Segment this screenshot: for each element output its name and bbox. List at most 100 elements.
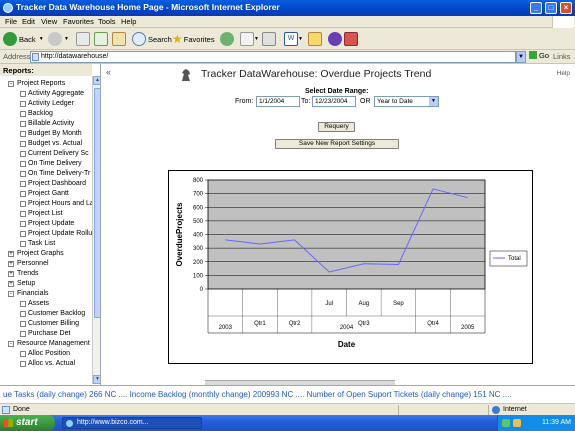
sidebar-item[interactable]: Alloc Position bbox=[0, 349, 92, 359]
close-button[interactable]: × bbox=[560, 2, 572, 14]
stop-button[interactable] bbox=[76, 31, 90, 47]
start-button[interactable]: start bbox=[0, 415, 55, 431]
menu-file[interactable]: File bbox=[5, 17, 17, 26]
report-checkbox-icon[interactable] bbox=[20, 101, 26, 107]
mail-button[interactable]: ▼ bbox=[240, 31, 259, 47]
report-checkbox-icon[interactable] bbox=[20, 171, 26, 177]
sidebar-item[interactable]: + Project Graphs bbox=[0, 249, 92, 259]
expand-toggle-icon[interactable]: - bbox=[8, 81, 14, 87]
sidebar-item[interactable]: On Time Delivery bbox=[0, 159, 92, 169]
print-button[interactable] bbox=[262, 31, 276, 47]
address-dropdown-button[interactable]: ▼ bbox=[516, 51, 526, 63]
report-checkbox-icon[interactable] bbox=[20, 221, 26, 227]
scroll-down-arrow[interactable]: ▼ bbox=[93, 375, 100, 384]
sidebar-item[interactable]: On Time Delivery-Tr bbox=[0, 169, 92, 179]
media-button[interactable] bbox=[220, 31, 236, 47]
requery-button[interactable]: Requery bbox=[318, 122, 355, 132]
sidebar-item[interactable]: + Trends bbox=[0, 269, 92, 279]
report-checkbox-icon[interactable] bbox=[20, 231, 26, 237]
save-report-settings-button[interactable]: Save New Report Settings bbox=[275, 139, 399, 149]
sidebar-item[interactable]: Current Delivery Sc bbox=[0, 149, 92, 159]
scroll-up-arrow[interactable]: ▲ bbox=[93, 76, 100, 85]
tray-alert-icon[interactable] bbox=[513, 419, 521, 427]
sidebar-item[interactable]: Alloc vs. Actual bbox=[0, 359, 92, 369]
sidebar-item[interactable]: Backlog bbox=[0, 109, 92, 119]
report-checkbox-icon[interactable] bbox=[20, 181, 26, 187]
report-checkbox-icon[interactable] bbox=[20, 91, 26, 97]
menu-view[interactable]: View bbox=[41, 17, 57, 26]
links-button[interactable]: Links bbox=[553, 52, 571, 61]
report-checkbox-icon[interactable] bbox=[20, 131, 26, 137]
sidebar-item[interactable]: - Project Reports bbox=[0, 79, 92, 89]
date-range-select[interactable]: Year to Date ▼ bbox=[374, 96, 439, 107]
sidebar-item[interactable]: Project Dashboard bbox=[0, 179, 92, 189]
collapse-sidebar-button[interactable]: « bbox=[106, 67, 111, 77]
report-checkbox-icon[interactable] bbox=[20, 201, 26, 207]
report-checkbox-icon[interactable] bbox=[20, 361, 26, 367]
refresh-button[interactable] bbox=[94, 31, 108, 47]
sidebar-item[interactable]: Project Gantt bbox=[0, 189, 92, 199]
help-link[interactable]: Help bbox=[557, 70, 570, 77]
search-button[interactable]: Search bbox=[132, 31, 172, 47]
report-checkbox-icon[interactable] bbox=[20, 301, 26, 307]
expand-toggle-icon[interactable]: + bbox=[8, 281, 14, 287]
expand-toggle-icon[interactable]: + bbox=[8, 271, 14, 277]
sidebar-item[interactable]: Billable Activity bbox=[0, 119, 92, 129]
menu-tools[interactable]: Tools bbox=[98, 17, 116, 26]
sidebar-item[interactable]: + Personnel bbox=[0, 259, 92, 269]
tray-network-icon[interactable] bbox=[502, 419, 510, 427]
minimize-button[interactable]: _ bbox=[530, 2, 542, 14]
sidebar-item[interactable]: Customer Backlog bbox=[0, 309, 92, 319]
sidebar-item[interactable]: Activity Ledger bbox=[0, 99, 92, 109]
report-checkbox-icon[interactable] bbox=[20, 151, 26, 157]
sidebar-item[interactable]: Customer Billing bbox=[0, 319, 92, 329]
report-checkbox-icon[interactable] bbox=[20, 141, 26, 147]
back-button[interactable]: Back ▼ bbox=[3, 31, 44, 47]
report-checkbox-icon[interactable] bbox=[20, 331, 26, 337]
research-button[interactable] bbox=[344, 31, 358, 47]
discuss-button[interactable] bbox=[308, 31, 322, 47]
from-date-input[interactable]: 1/1/2004 bbox=[256, 96, 300, 107]
sidebar-item[interactable]: Project List bbox=[0, 209, 92, 219]
report-checkbox-icon[interactable] bbox=[20, 241, 26, 247]
sidebar-item[interactable]: Project Update bbox=[0, 219, 92, 229]
sidebar-item[interactable]: - Resource Management bbox=[0, 339, 92, 349]
menu-edit[interactable]: Edit bbox=[22, 17, 35, 26]
sidebar-item[interactable]: + Setup bbox=[0, 279, 92, 289]
edit-button[interactable]: W ▼ bbox=[284, 31, 303, 47]
sidebar-item[interactable]: Budget By Month bbox=[0, 129, 92, 139]
sidebar-item[interactable]: Assets bbox=[0, 299, 92, 309]
sidebar-item[interactable]: Activity Aggregate bbox=[0, 89, 92, 99]
address-input[interactable]: http://datawarehouse/ bbox=[30, 51, 516, 63]
expand-toggle-icon[interactable]: - bbox=[8, 291, 14, 297]
report-checkbox-icon[interactable] bbox=[20, 121, 26, 127]
sidebar-item[interactable]: Purchase Det bbox=[0, 329, 92, 339]
expand-toggle-icon[interactable]: - bbox=[8, 341, 14, 347]
report-checkbox-icon[interactable] bbox=[20, 111, 26, 117]
expand-toggle-icon[interactable]: + bbox=[8, 251, 14, 257]
messenger-button[interactable] bbox=[328, 31, 344, 47]
report-checkbox-icon[interactable] bbox=[20, 161, 26, 167]
sidebar-item[interactable]: Task List bbox=[0, 239, 92, 249]
report-checkbox-icon[interactable] bbox=[20, 351, 26, 357]
report-checkbox-icon[interactable] bbox=[20, 311, 26, 317]
report-checkbox-icon[interactable] bbox=[20, 191, 26, 197]
scroll-thumb[interactable] bbox=[94, 88, 100, 318]
report-checkbox-icon[interactable] bbox=[20, 321, 26, 327]
sidebar-scrollbar[interactable]: ▲ ▼ bbox=[92, 76, 100, 384]
sidebar-item[interactable]: Project Hours and La bbox=[0, 199, 94, 209]
sidebar-item[interactable]: Project Update Rollu bbox=[0, 229, 92, 239]
sidebar-item[interactable]: Budget vs. Actual bbox=[0, 139, 92, 149]
menu-favorites[interactable]: Favorites bbox=[63, 17, 94, 26]
expand-toggle-icon[interactable]: + bbox=[8, 261, 14, 267]
taskbar-ie-window[interactable]: http://www.bizco.com... bbox=[62, 417, 202, 429]
go-button[interactable]: Go bbox=[529, 51, 549, 60]
forward-button[interactable]: ▼ bbox=[48, 31, 69, 47]
menu-help[interactable]: Help bbox=[121, 17, 136, 26]
home-button[interactable] bbox=[112, 31, 126, 47]
favorites-button[interactable]: ★ Favorites bbox=[172, 31, 215, 47]
report-checkbox-icon[interactable] bbox=[20, 211, 26, 217]
to-date-input[interactable]: 12/23/2004 bbox=[312, 96, 356, 107]
sidebar-item[interactable]: - Financials bbox=[0, 289, 92, 299]
maximize-button[interactable]: □ bbox=[545, 2, 557, 14]
